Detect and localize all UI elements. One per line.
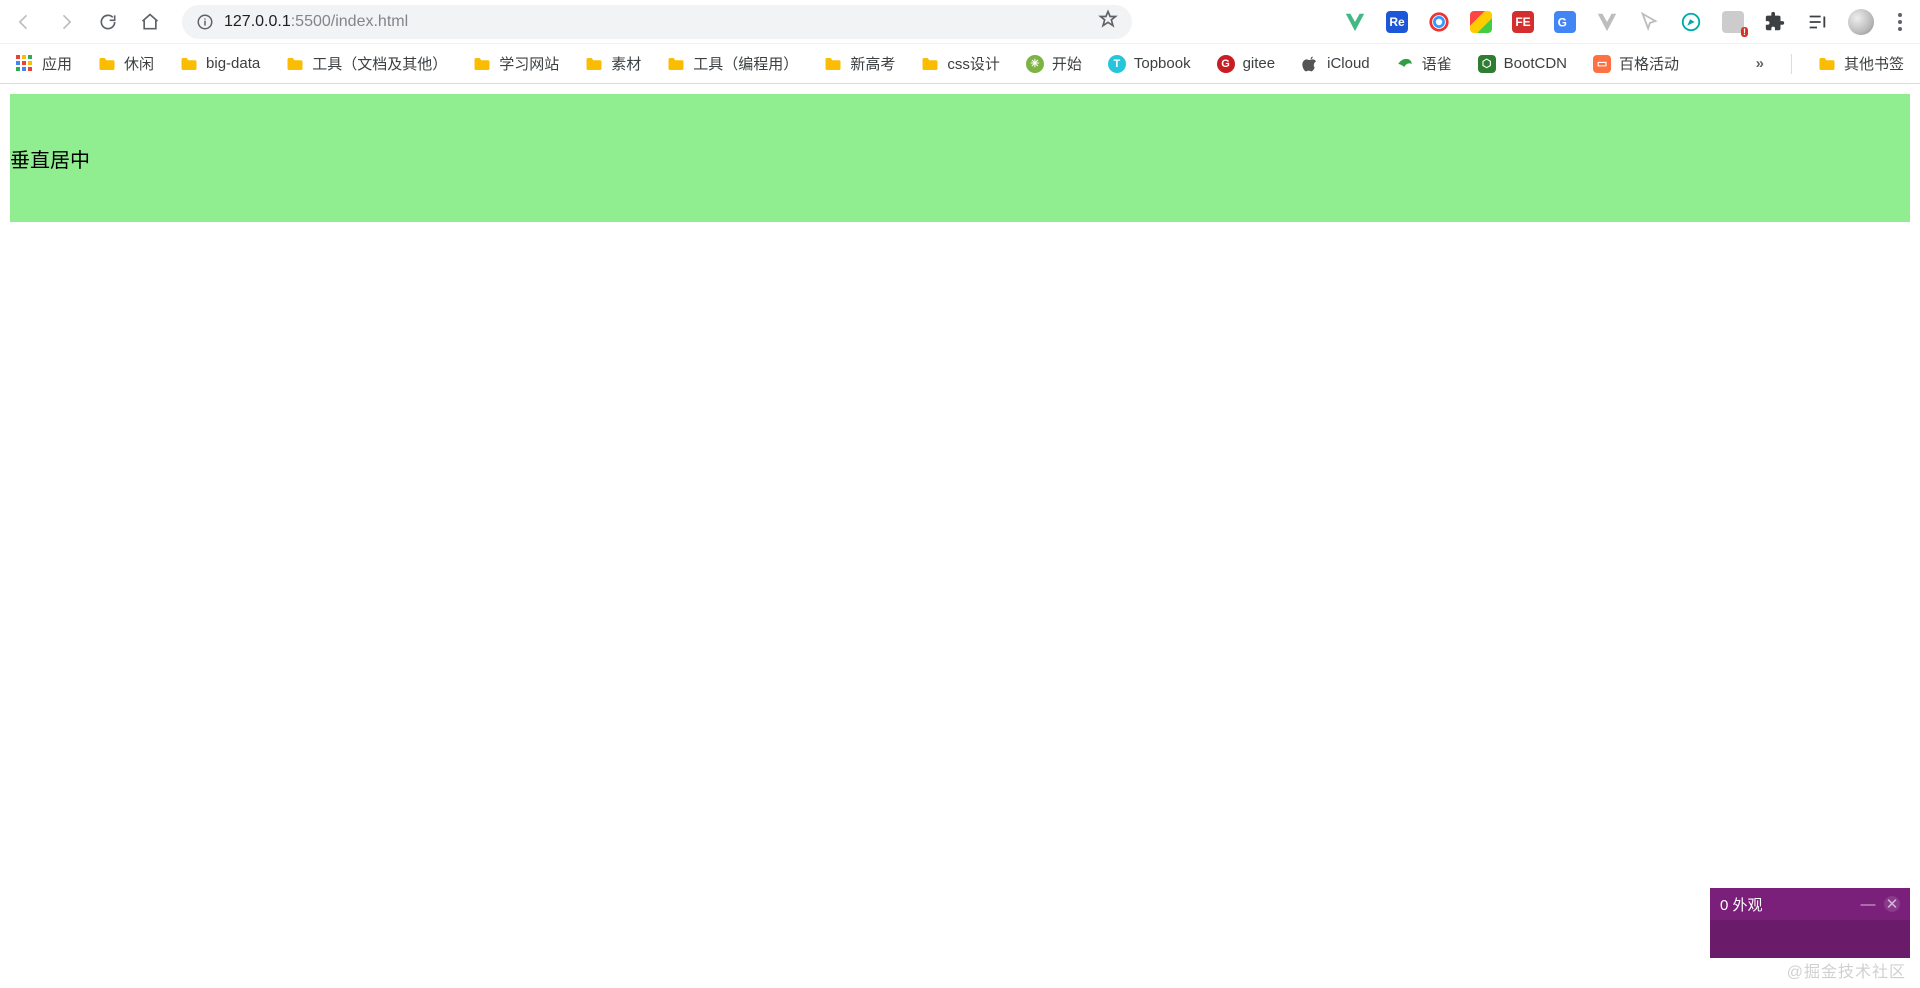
minimize-icon[interactable]: —: [1860, 896, 1876, 912]
folder-icon: [1818, 56, 1836, 72]
bookmark-label: 工具（文档及其他）: [312, 53, 447, 74]
ext-circle-rainbow-icon[interactable]: [1428, 11, 1450, 33]
chrome-menu-button[interactable]: [1894, 13, 1906, 31]
page-viewport: 垂直居中 0 外观 — ✕ @掘金技术社区: [0, 84, 1920, 988]
nav-controls: [14, 12, 160, 32]
green-circle-icon: ✳: [1026, 55, 1044, 73]
bookmark-folder[interactable]: 工具（编程用）: [667, 53, 798, 74]
bookmark-link[interactable]: ⬡ BootCDN: [1478, 55, 1567, 73]
forward-button[interactable]: [56, 12, 76, 32]
folder-icon: [98, 56, 116, 72]
bookmark-label: 素材: [611, 53, 641, 74]
profile-avatar[interactable]: [1848, 9, 1874, 35]
bookmark-label: BootCDN: [1504, 55, 1567, 72]
arrow-right-icon: [56, 12, 76, 32]
ext-gray-box-icon[interactable]: !: [1722, 11, 1744, 33]
folder-icon: [921, 56, 939, 72]
ext-color-grid-icon[interactable]: [1470, 11, 1492, 33]
svg-text:G: G: [1558, 15, 1567, 29]
ext-cursor-icon[interactable]: [1638, 11, 1660, 33]
folder-icon: [180, 56, 198, 72]
site-info-icon[interactable]: [196, 13, 214, 31]
panel-header: 0 外观 — ✕: [1710, 888, 1910, 920]
other-bookmarks[interactable]: 其他书签: [1818, 53, 1904, 74]
ext-compass-icon[interactable]: [1680, 11, 1702, 33]
bookmark-label: 学习网站: [499, 53, 559, 74]
apps-label: 应用: [42, 53, 72, 74]
bookmark-bar: 应用 休闲 big-data 工具（文档及其他） 学习网站 素材 工具（编程用）…: [0, 44, 1920, 84]
bookmark-link[interactable]: ▭ 百格活动: [1593, 53, 1679, 74]
folder-icon: [286, 56, 304, 72]
extensions-puzzle-icon[interactable]: [1764, 11, 1786, 33]
url-host: 127.0.0.1: [224, 13, 291, 30]
folder-icon: [824, 56, 842, 72]
badge-icon: !: [1741, 27, 1748, 37]
ext-fe-icon[interactable]: FE: [1512, 11, 1534, 33]
devtools-panel[interactable]: 0 外观 — ✕: [1710, 888, 1910, 958]
bookmark-link[interactable]: T Topbook: [1108, 55, 1191, 73]
other-bookmarks-label: 其他书签: [1844, 53, 1904, 74]
bookmark-folder[interactable]: big-data: [180, 55, 260, 72]
bookmark-label: 工具（编程用）: [693, 53, 798, 74]
demo-box-text: 垂直居中: [10, 144, 90, 173]
url-rest: :5500/index.html: [291, 13, 408, 30]
bookmark-label: Topbook: [1134, 55, 1191, 72]
folder-icon: [473, 56, 491, 72]
panel-title: 0 外观: [1720, 894, 1852, 915]
bookmark-folder[interactable]: 新高考: [824, 53, 895, 74]
bookmark-label: 开始: [1052, 53, 1082, 74]
ext-vue-icon[interactable]: [1344, 11, 1366, 33]
teal-circle-icon: T: [1108, 55, 1126, 73]
separator: [1791, 54, 1792, 74]
bookmark-link[interactable]: 语雀: [1396, 53, 1452, 74]
address-bar[interactable]: 127.0.0.1:5500/index.html: [182, 5, 1132, 39]
folder-icon: [667, 56, 685, 72]
home-button[interactable]: [140, 12, 160, 32]
yuque-icon: [1396, 55, 1414, 73]
arrow-left-icon: [14, 12, 34, 32]
bootcdn-icon: ⬡: [1478, 55, 1496, 73]
bookmark-label: big-data: [206, 55, 260, 72]
bookmark-label: 百格活动: [1619, 53, 1679, 74]
url-text: 127.0.0.1:5500/index.html: [224, 13, 1088, 31]
star-icon: [1098, 9, 1118, 29]
back-button[interactable]: [14, 12, 34, 32]
bookmark-link[interactable]: G gitee: [1217, 55, 1276, 73]
bookmark-label: gitee: [1243, 55, 1276, 72]
ext-translate-icon[interactable]: G: [1554, 11, 1576, 33]
orange-box-icon: ▭: [1593, 55, 1611, 73]
bookmark-folder[interactable]: 素材: [585, 53, 641, 74]
bookmark-folder[interactable]: 工具（文档及其他）: [286, 53, 447, 74]
demo-box: 垂直居中: [10, 94, 1910, 222]
bookmark-star-button[interactable]: [1098, 9, 1118, 34]
bookmark-overflow-button[interactable]: »: [1756, 55, 1765, 72]
reading-list-icon[interactable]: [1806, 11, 1828, 33]
bookmark-label: 休闲: [124, 53, 154, 74]
ext-re-icon[interactable]: Re: [1386, 11, 1408, 33]
reload-icon: [98, 12, 118, 32]
extension-row: Re FE G !: [1344, 9, 1906, 35]
watermark-text: @掘金技术社区: [1787, 958, 1906, 982]
bookmark-label: 语雀: [1422, 53, 1452, 74]
close-icon[interactable]: ✕: [1884, 896, 1900, 912]
reload-button[interactable]: [98, 12, 118, 32]
browser-toolbar: 127.0.0.1:5500/index.html Re FE G !: [0, 0, 1920, 44]
folder-icon: [585, 56, 603, 72]
bookmark-label: css设计: [947, 53, 1000, 74]
bookmark-label: 新高考: [850, 53, 895, 74]
bookmark-folder[interactable]: css设计: [921, 53, 1000, 74]
apple-icon: [1301, 55, 1319, 73]
bookmark-folder[interactable]: 休闲: [98, 53, 154, 74]
apps-shortcut[interactable]: 应用: [16, 53, 72, 74]
bookmark-link[interactable]: ✳ 开始: [1026, 53, 1082, 74]
bookmark-link[interactable]: iCloud: [1301, 55, 1370, 73]
home-icon: [140, 12, 160, 32]
bookmark-label: iCloud: [1327, 55, 1370, 72]
apps-grid-icon: [16, 55, 34, 73]
gitee-icon: G: [1217, 55, 1235, 73]
bookmark-folder[interactable]: 学习网站: [473, 53, 559, 74]
ext-vue-gray-icon[interactable]: [1596, 11, 1618, 33]
